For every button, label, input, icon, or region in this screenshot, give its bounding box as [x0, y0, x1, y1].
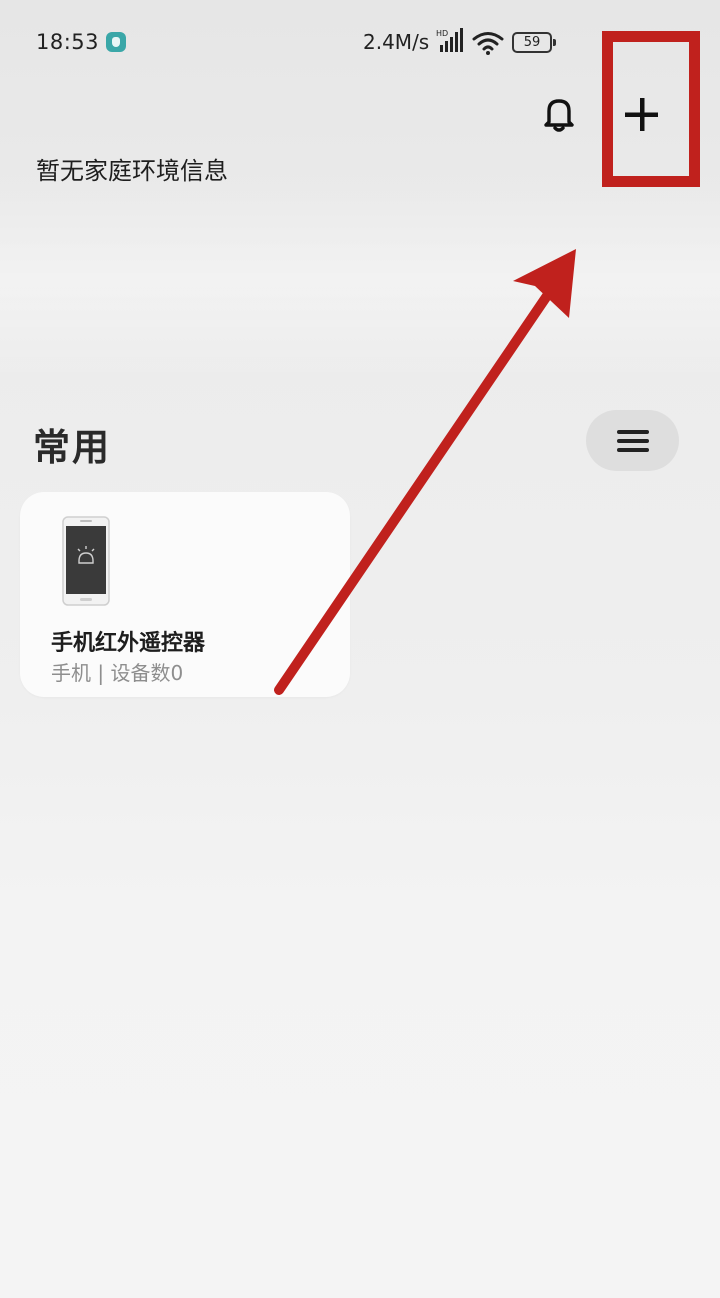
section-title-frequent: 常用: [33, 426, 111, 469]
battery-icon: 59: [512, 32, 556, 53]
hamburger-menu-icon: [617, 430, 649, 434]
device-name: 手机红外遥控器: [51, 631, 206, 656]
menu-button[interactable]: [586, 410, 679, 471]
annotation-highlight-box: [602, 31, 700, 187]
device-subtitle: 手机 | 设备数0: [51, 661, 184, 685]
phone-icon: [62, 516, 110, 606]
background-texture: [0, 180, 720, 380]
home-environment-info: 暂无家庭环境信息: [36, 157, 228, 185]
signal-badge-text: HD: [436, 29, 448, 38]
app-notification-icon: [106, 32, 126, 52]
device-card[interactable]: 手机红外遥控器 手机 | 设备数0: [20, 492, 350, 697]
wifi-icon: [472, 32, 504, 55]
network-speed: 2.4M/s: [363, 30, 430, 54]
bell-icon[interactable]: [540, 94, 578, 134]
hamburger-menu-icon-bar: [617, 448, 649, 452]
cellular-signal-icon: HD: [436, 28, 463, 52]
hamburger-menu-icon-bar: [617, 439, 649, 443]
battery-level: 59: [523, 35, 541, 50]
status-time: 18:53: [36, 30, 100, 54]
